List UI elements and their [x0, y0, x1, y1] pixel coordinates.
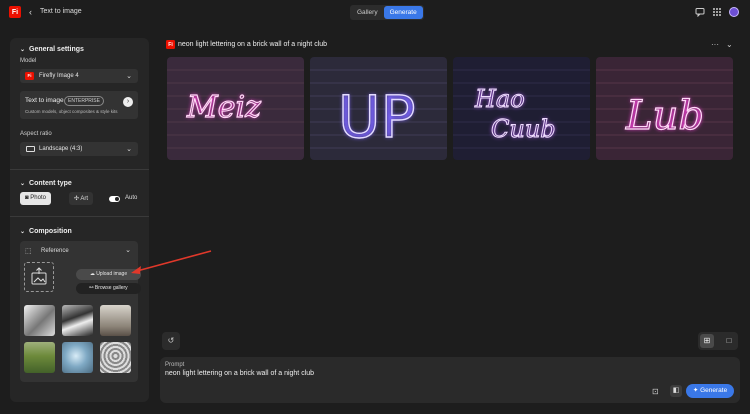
tab-generate[interactable]: Generate: [383, 6, 423, 19]
browse-gallery-button[interactable]: ⚯ Browse gallery: [76, 283, 141, 294]
model-label: Model: [20, 58, 37, 64]
reference-thumbnail[interactable]: [100, 342, 131, 373]
reference-thumbnail[interactable]: [24, 342, 55, 373]
generated-image[interactable]: UP UP: [310, 57, 447, 160]
chevron-down-icon: ⌄: [20, 229, 26, 235]
upload-placeholder[interactable]: [24, 262, 54, 292]
sparkle-icon: ✦: [692, 387, 699, 394]
prompt-title: neon light lettering on a brick wall of …: [178, 41, 328, 48]
generated-image[interactable]: Meiz Meiz: [167, 57, 304, 160]
avatar[interactable]: [729, 7, 739, 17]
model-value: Firefly Image 4: [39, 72, 79, 79]
grid-view-icon[interactable]: ⊞: [700, 334, 714, 348]
tab-gallery[interactable]: Gallery: [351, 6, 384, 19]
content-type-art[interactable]: ✣ Art: [69, 192, 94, 205]
single-view-icon[interactable]: □: [722, 334, 736, 348]
image-upload-icon: [31, 267, 47, 285]
chevron-right-icon[interactable]: ›: [123, 97, 133, 107]
generate-button[interactable]: ✦ Generate: [686, 384, 734, 398]
more-options-icon[interactable]: ···: [711, 40, 719, 49]
art-icon: ✣: [74, 196, 80, 202]
chat-icon[interactable]: [695, 7, 705, 18]
svg-text:Hao: Hao: [474, 85, 525, 113]
reference-thumbnail[interactable]: [62, 305, 93, 336]
reference-header[interactable]: ⬚ Reference ⌄: [25, 246, 133, 258]
content-type-photo[interactable]: ◙ Photo: [20, 192, 51, 205]
reference-panel: ⬚ Reference ⌄ ☁ Upload image ⚯ Browse ga…: [20, 241, 141, 382]
card-description: Custom models, object composites & style…: [25, 109, 118, 114]
camera-icon: ◙: [25, 195, 29, 201]
chevron-down-icon: ⌄: [126, 73, 132, 80]
reference-thumbnail[interactable]: [24, 305, 55, 336]
generated-image[interactable]: Lub Lub: [596, 57, 733, 160]
chevron-down-icon[interactable]: ⌄: [726, 40, 733, 49]
annotation-arrow: [131, 250, 212, 274]
text-to-image-card[interactable]: Text to image ENTERPRISE Custom models, …: [20, 91, 138, 119]
landscape-icon: [26, 146, 35, 152]
prompt-suggestions-icon[interactable]: ⊡: [652, 387, 659, 396]
chevron-down-icon: ⌄: [20, 181, 26, 187]
firefly-model-icon: Fi: [25, 72, 34, 80]
composition-heading[interactable]: ⌄ Composition: [20, 228, 72, 235]
firefly-logo[interactable]: Fi: [9, 6, 21, 18]
binoculars-icon: ⚯: [89, 285, 94, 291]
divider: [10, 216, 149, 217]
svg-text:Meiz: Meiz: [186, 90, 261, 125]
prompt-label: Prompt: [165, 362, 185, 368]
model-dropdown[interactable]: Fi Firefly Image 4 ⌄: [20, 69, 138, 83]
reference-thumbnail[interactable]: [62, 342, 93, 373]
svg-text:Cuub: Cuub: [491, 115, 556, 143]
svg-text:Lub: Lub: [625, 93, 704, 139]
enterprise-badge: ENTERPRISE: [64, 96, 104, 106]
divider: [10, 169, 149, 170]
view-switcher: Gallery Generate: [350, 5, 424, 20]
chevron-down-icon: ⌄: [20, 47, 26, 53]
apps-grid-icon[interactable]: [712, 7, 722, 17]
reference-icon: ⬚: [25, 248, 32, 255]
reference-label: Reference: [41, 248, 69, 254]
auto-toggle[interactable]: [109, 196, 120, 202]
prompt-panel: Prompt neon light lettering on a brick w…: [160, 357, 740, 403]
general-settings-heading[interactable]: ⌄ General settings: [20, 46, 84, 53]
settings-sidebar: ⌄ General settings Model Fi Firefly Image…: [10, 38, 149, 402]
content-type-heading[interactable]: ⌄ Content type: [20, 180, 72, 187]
auto-label: Auto: [125, 195, 138, 201]
firefly-result-icon: Fi: [166, 40, 175, 49]
svg-text:UP: UP: [338, 83, 415, 151]
aspect-ratio-dropdown[interactable]: Landscape (4:3) ⌄: [20, 142, 138, 156]
reference-thumbnail[interactable]: [100, 305, 131, 336]
history-icon[interactable]: ↺: [162, 332, 180, 350]
generated-image[interactable]: Hao Hao Cuub Cuub: [453, 57, 590, 160]
layout-switcher: ⊞ □: [698, 332, 738, 350]
cloud-upload-icon: ☁: [89, 271, 95, 277]
back-icon[interactable]: ‹: [29, 7, 32, 17]
aspect-ratio-label: Aspect ratio: [20, 131, 52, 137]
card-title: Text to image: [25, 97, 64, 104]
page-title: Text to image: [40, 8, 82, 15]
aspect-ratio-value: Landscape (4:3): [39, 145, 83, 152]
chevron-down-icon: ⌄: [126, 146, 132, 153]
style-reference-icon[interactable]: ◧: [670, 385, 682, 397]
prompt-input[interactable]: neon light lettering on a brick wall of …: [165, 370, 314, 377]
